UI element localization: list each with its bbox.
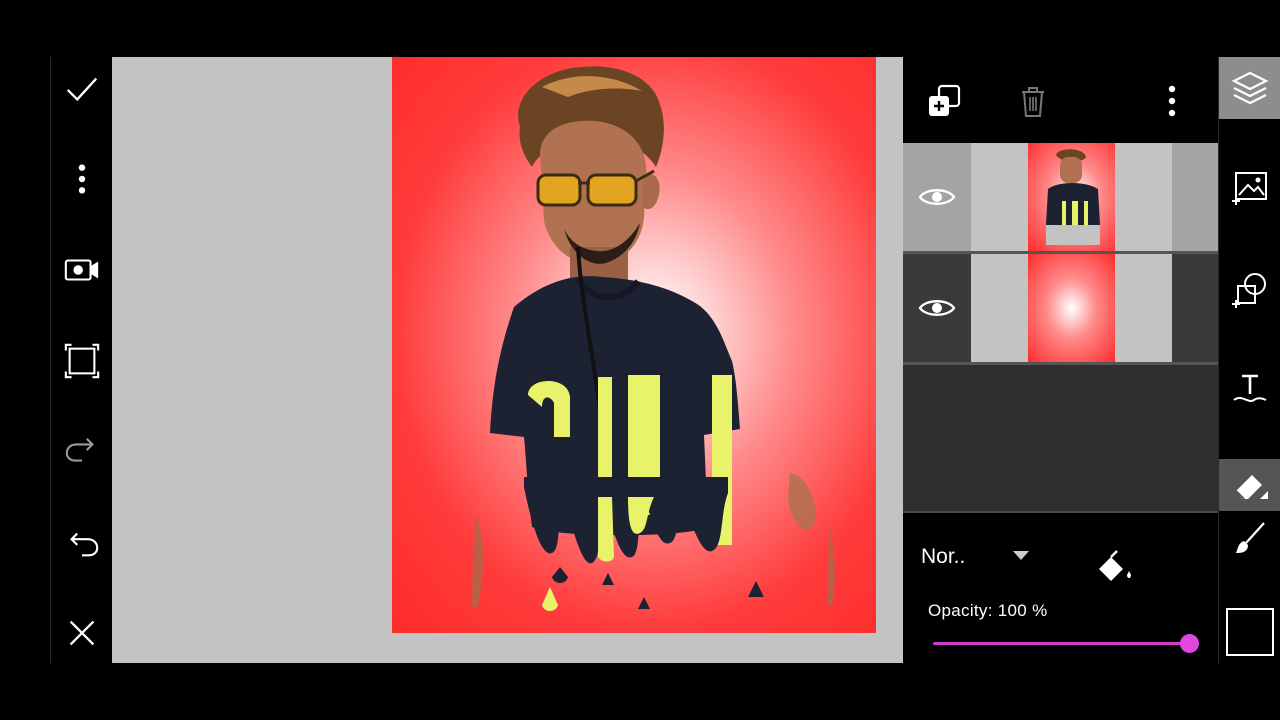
eye-icon [918,300,956,316]
add-text-button[interactable] [1219,357,1280,419]
chevron-down-icon[interactable] [1013,551,1029,560]
redo-button[interactable] [51,422,113,482]
person-photo [472,66,835,611]
more-vertical-icon [78,164,86,194]
layer-visibility-toggle[interactable] [903,254,971,362]
opacity-label: Opacity: 100 % [928,601,1048,620]
eraser-icon [1235,475,1268,500]
layers-toolbar [903,57,1218,143]
eraser-button[interactable] [1219,459,1280,511]
opacity-slider-thumb[interactable] [1180,634,1199,653]
layer-row-photo[interactable] [903,143,1218,251]
crop-fit-icon [64,343,100,379]
add-layer-icon [929,84,961,116]
delete-layer-button[interactable] [1009,77,1057,125]
layer-divider [903,362,1218,365]
check-icon [66,77,98,102]
blend-mode-select[interactable]: Nor.. [921,545,965,569]
add-sticker-button[interactable] [1219,259,1280,321]
record-video-icon [64,259,99,281]
brush-button[interactable] [1219,513,1280,565]
cancel-button[interactable] [51,603,113,663]
text-icon [1233,374,1267,402]
right-toolbar [1218,57,1280,663]
add-layer-button[interactable] [920,77,968,125]
close-icon [69,620,95,646]
layers-list [903,143,1218,511]
layers-panel: Nor.. Opacity: 100 % [903,57,1218,663]
more-options-button[interactable] [51,149,113,209]
layer-thumbnail [971,254,1172,362]
left-toolbar [50,57,112,663]
layers-icon [1231,71,1269,105]
layer-visibility-toggle[interactable] [903,143,971,251]
layer-thumbnail [971,143,1172,251]
more-vertical-icon [1168,85,1176,117]
fit-canvas-button[interactable] [51,331,113,391]
layer-row-background[interactable] [903,254,1218,362]
add-sticker-icon [1232,273,1266,308]
eye-icon [918,189,956,205]
blend-settings: Nor.. Opacity: 100 % [903,511,1218,663]
record-button[interactable] [51,240,113,300]
undo-icon [70,532,99,557]
brush-icon [1236,522,1265,553]
artwork-layer[interactable] [392,57,876,633]
color-swatch[interactable] [1226,608,1274,656]
add-photo-button[interactable] [1219,157,1280,219]
opacity-slider[interactable] [933,634,1199,653]
layers-button[interactable] [1219,57,1280,119]
layer-more-button[interactable] [1148,77,1196,125]
editor-canvas[interactable] [112,57,903,663]
delete-icon [1022,87,1044,117]
paint-bucket-icon[interactable] [1093,547,1133,587]
add-photo-icon [1232,172,1267,205]
apply-button[interactable] [51,59,113,119]
undo-button[interactable] [51,513,113,573]
redo-icon [65,437,94,462]
